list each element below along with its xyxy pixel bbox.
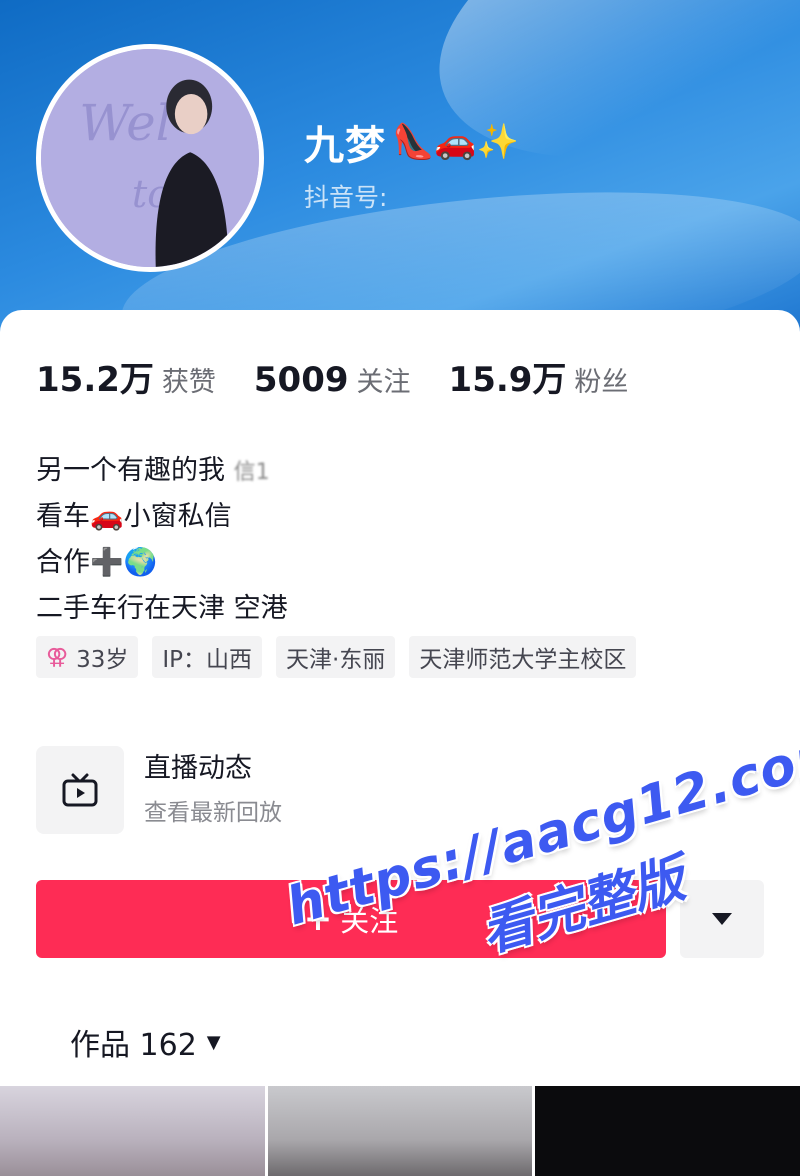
svg-text:Wel: Wel xyxy=(79,94,171,152)
live-icon-box xyxy=(36,746,124,834)
tag-location[interactable]: 天津·东丽 xyxy=(276,636,396,678)
tab-works[interactable]: 作品 162 ▼ xyxy=(70,1020,221,1064)
bio-line-3: 合作➕🌍 xyxy=(36,547,158,578)
stat-likes[interactable]: 15.2万 获赞 xyxy=(36,352,216,401)
nickname-emojis: 👠🚗✨ xyxy=(392,122,520,162)
avatar-photo: Wel to xyxy=(41,49,259,267)
stats-row: 15.2万 获赞 5009 关注 15.9万 粉丝 xyxy=(36,352,666,401)
stat-followers-label: 粉丝 xyxy=(574,367,629,398)
stat-likes-label: 获赞 xyxy=(161,367,216,398)
stat-following-label: 关注 xyxy=(356,367,411,398)
bio-line-1-blurred: 信1 xyxy=(233,460,270,485)
nickname-row: 九梦 👠🚗✨ xyxy=(304,112,519,172)
video-thumbnail[interactable] xyxy=(267,1086,533,1176)
profile-tags: ⚢ 33岁 IP：山西 天津·东丽 天津师范大学主校区 xyxy=(36,636,637,678)
bio: 另一个有趣的我 信1 看车🚗小窗私信 合作➕🌍 二手车行在天津 空港 xyxy=(36,448,288,632)
tag-ip: IP：山西 xyxy=(152,636,263,678)
live-updates-entry[interactable]: 直播动态 查看最新回放 xyxy=(36,746,282,834)
tag-age-text: 33岁 xyxy=(76,647,129,673)
works-grid xyxy=(0,1086,800,1176)
live-subtitle: 查看最新回放 xyxy=(144,800,282,826)
female-icon: ⚢ xyxy=(46,644,69,670)
stat-likes-value: 15.2万 xyxy=(36,360,154,400)
tv-icon xyxy=(62,773,98,807)
bio-line-1: 另一个有趣的我 信1 xyxy=(36,448,288,494)
tag-school[interactable]: 天津师范大学主校区 xyxy=(409,636,637,678)
caret-down-icon: ▼ xyxy=(206,1031,221,1053)
video-thumbnail[interactable] xyxy=(0,1086,265,1176)
avatar[interactable]: Wel to xyxy=(36,44,264,272)
bio-line-4: 二手车行在天津 空港 xyxy=(36,593,288,624)
account-id-label: 抖音号: xyxy=(304,183,388,212)
tag-age: ⚢ 33岁 xyxy=(36,636,139,678)
video-thumbnail[interactable] xyxy=(535,1086,800,1176)
live-title: 直播动态 xyxy=(144,753,252,784)
stat-followers-value: 15.9万 xyxy=(448,360,567,400)
stat-followers[interactable]: 15.9万 粉丝 xyxy=(449,352,629,401)
bio-line-2: 看车🚗小窗私信 xyxy=(36,501,232,532)
stat-following-value: 5009 xyxy=(253,360,349,400)
tab-works-label: 作品 162 xyxy=(70,1028,197,1063)
stat-following[interactable]: 5009 关注 xyxy=(254,360,411,400)
nickname: 九梦 xyxy=(304,123,386,169)
bio-line-1-text: 另一个有趣的我 xyxy=(36,455,225,486)
